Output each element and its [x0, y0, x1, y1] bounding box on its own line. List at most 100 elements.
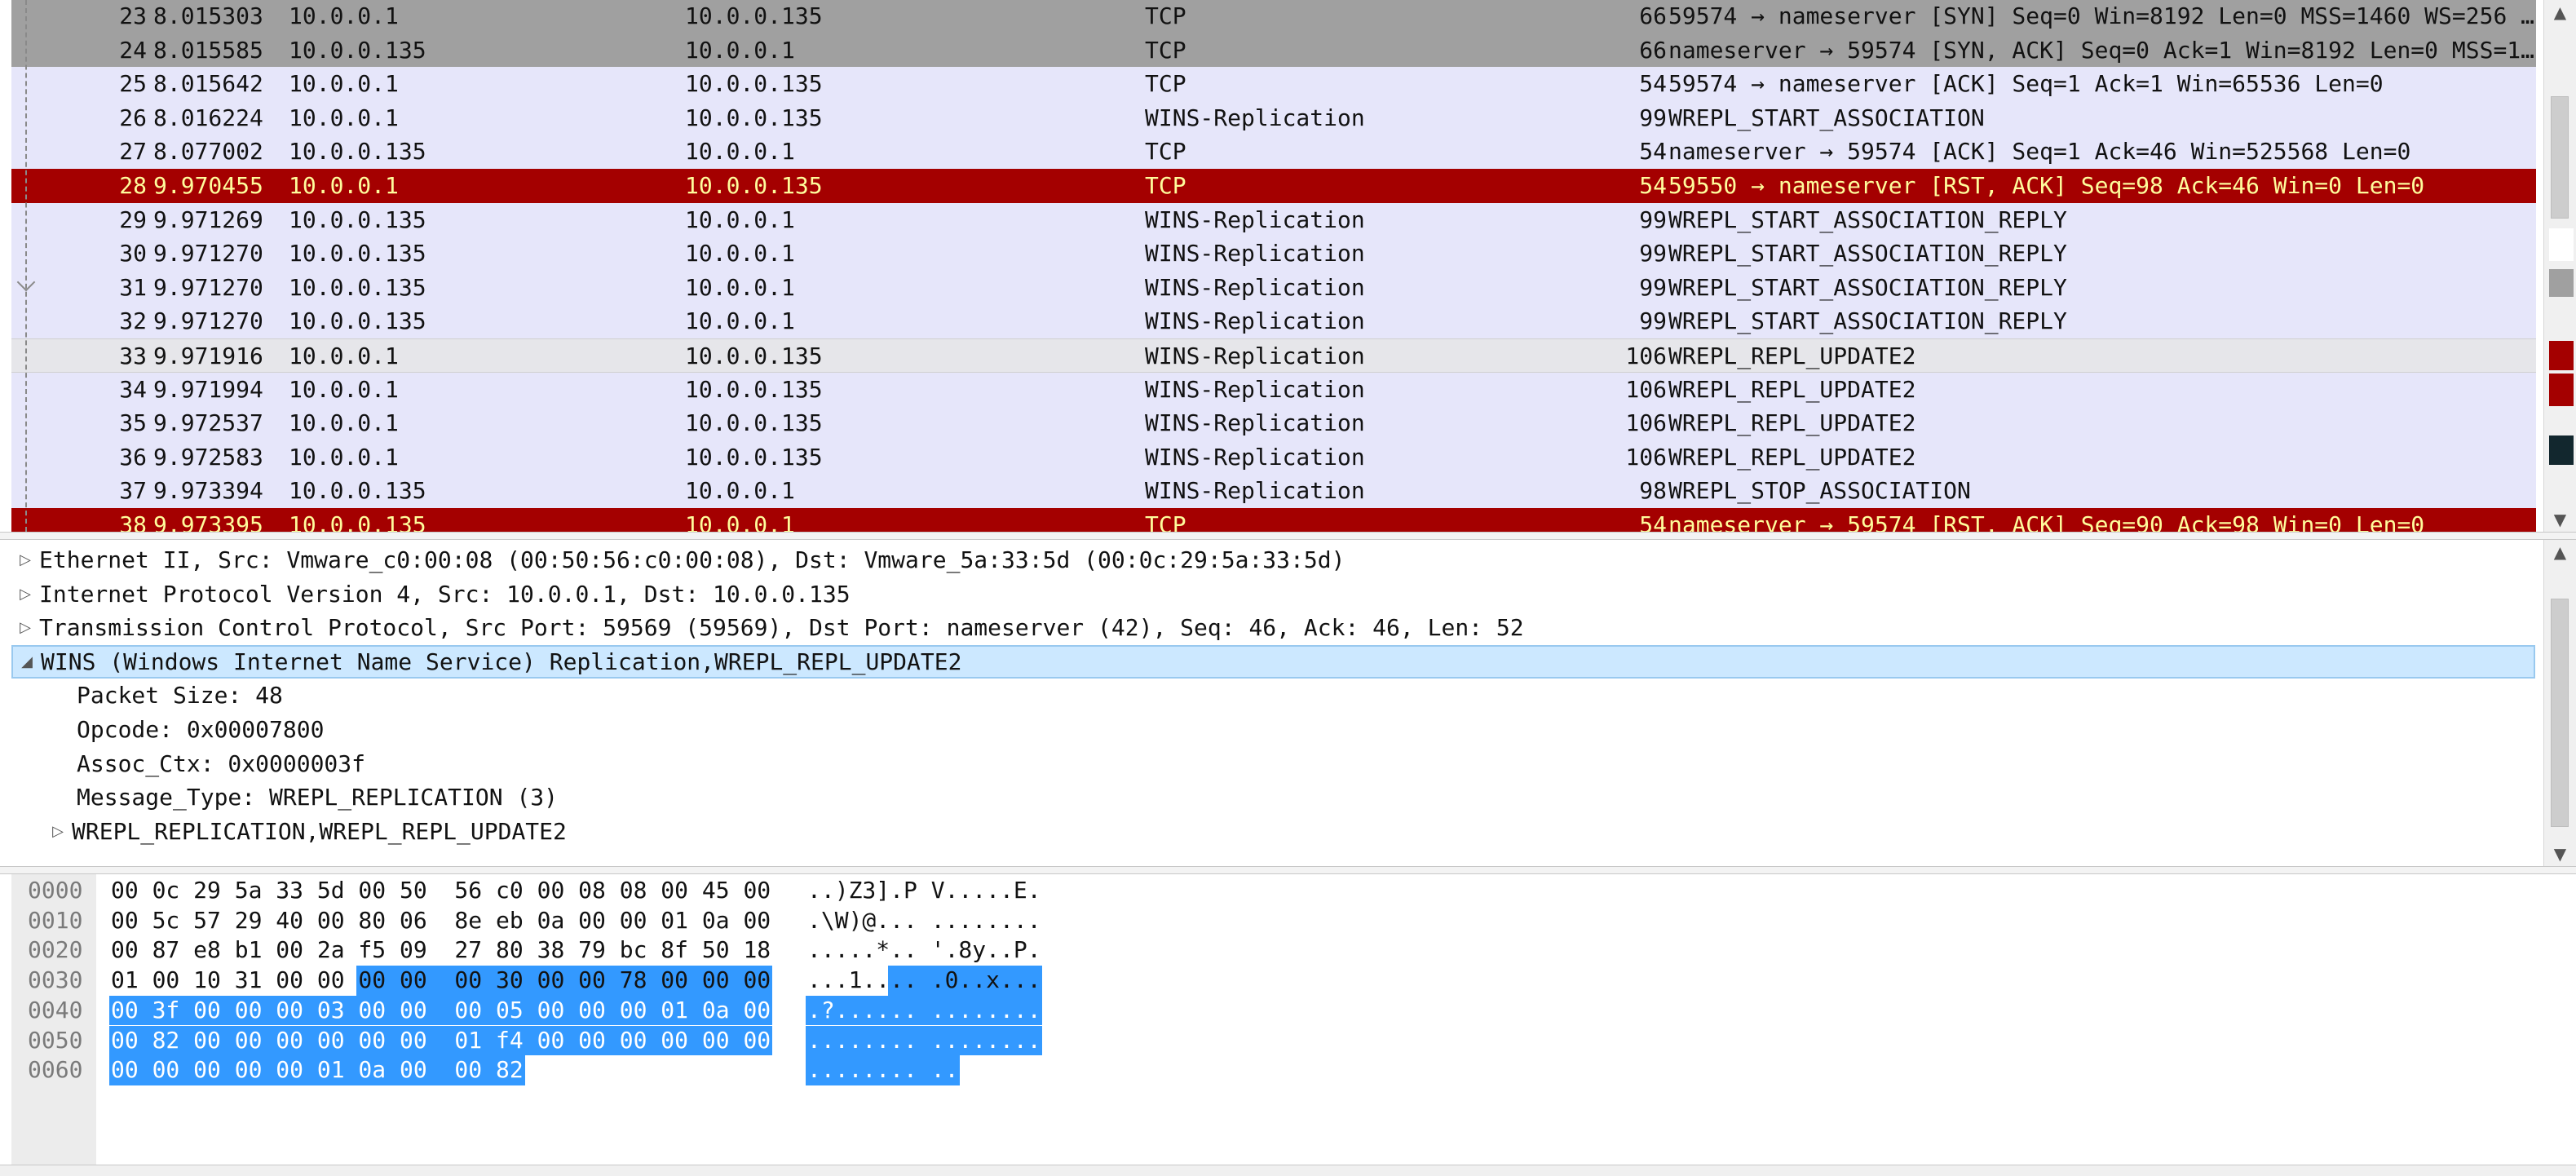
- detail-tree-item[interactable]: ▷ Internet Protocol Version 4, Src: 10.0.…: [11, 577, 851, 612]
- hex-bytes[interactable]: 01 00 10 31 00 00 00 00 00 30 00 00 78 0…: [111, 966, 771, 996]
- packet-destination: 10.0.0.135: [685, 343, 823, 369]
- packet-time: 9.972537: [153, 409, 263, 437]
- packet-list-rows: 23 8.015303 10.0.0.1 10.0.0.135 TCP 66 59574 →…: [11, 0, 2536, 532]
- byte-offset: 0060: [28, 1056, 83, 1084]
- detail-tree-label: Assoc_Ctx: 0x0000003f: [77, 749, 366, 777]
- packet-row[interactable]: 23 8.015303 10.0.0.1 10.0.0.135 TCP 66 59574 →…: [11, 0, 2536, 33]
- scroll-up-arrow-icon[interactable]: ▲: [2544, 540, 2576, 564]
- detail-tree-item[interactable]: ▷ Ethernet II, Src: Vmware_c0:00:08 (00:5…: [11, 543, 1345, 577]
- packet-row[interactable]: 34 9.971994 10.0.0.1 10.0.0.135 WINS-Replica…: [11, 372, 2536, 407]
- packet-destination: 10.0.0.135: [685, 172, 823, 199]
- expand-arrow-icon[interactable]: ▷: [11, 577, 39, 612]
- packet-row[interactable]: 26 8.016224 10.0.0.1 10.0.0.135 WINS-Replica…: [11, 100, 2536, 135]
- detail-tree-item[interactable]: ▷ WREPL_REPLICATION,WREPL_REPL_UPDATE2: [11, 815, 567, 849]
- detail-tree-label: WREPL_REPLICATION,WREPL_REPL_UPDATE2: [72, 817, 567, 845]
- detail-tree-item[interactable]: Packet Size: 48: [11, 679, 283, 713]
- ascii-bytes[interactable]: ........ ..: [807, 1055, 958, 1085]
- detail-tree-item[interactable]: Message_Type: WREPL_REPLICATION (3): [11, 780, 558, 815]
- packet-destination: 10.0.0.1: [685, 477, 795, 505]
- packet-length: 99: [1639, 307, 1667, 335]
- detail-tree-item[interactable]: Assoc_Ctx: 0x0000003f: [11, 747, 365, 781]
- detail-tree-item[interactable]: Opcode: 0x00007800: [11, 713, 324, 747]
- byte-offset: 0020: [28, 936, 83, 964]
- expand-arrow-icon[interactable]: ▷: [44, 815, 72, 849]
- packet-number: 27: [119, 138, 147, 166]
- packet-source: 10.0.0.135: [289, 36, 426, 64]
- packet-protocol: WINS-Replication: [1145, 477, 1365, 505]
- packet-protocol: TCP: [1145, 172, 1186, 199]
- packet-length: 54: [1639, 138, 1667, 166]
- packet-details-scroll-thumb[interactable]: [2551, 599, 2569, 827]
- packet-source: 10.0.0.1: [289, 343, 399, 369]
- packet-row[interactable]: 30 9.971270 10.0.0.135 10.0.0.1 WINS-Replica…: [11, 237, 2536, 271]
- packet-protocol: WINS-Replication: [1145, 240, 1365, 267]
- packet-row[interactable]: 37 9.973394 10.0.0.135 10.0.0.1 WINS-Replica…: [11, 474, 2536, 508]
- packet-list-scroll-thumb[interactable]: [2551, 96, 2569, 219]
- packet-info: WREPL_START_ASSOCIATION_REPLY: [1668, 307, 2067, 335]
- packet-source: 10.0.0.1: [289, 375, 399, 403]
- packet-time: 9.971270: [153, 273, 263, 301]
- packet-protocol: TCP: [1145, 36, 1186, 64]
- hex-bytes[interactable]: 00 87 e8 b1 00 2a f5 09 27 80 38 79 bc 8…: [111, 935, 771, 966]
- packet-bytes-pane[interactable]: 0000 00 0c 29 5a 33 5d 00 50 56 c0 00 08 …: [0, 874, 2576, 1165]
- packet-length: 99: [1639, 206, 1667, 233]
- packet-number: 23: [119, 2, 147, 29]
- ascii-bytes[interactable]: ...1.... .0..x...: [807, 966, 1041, 996]
- expand-arrow-icon[interactable]: ▷: [11, 611, 39, 645]
- scroll-down-arrow-icon[interactable]: ▼: [2544, 842, 2576, 866]
- status-bar: [0, 1165, 2576, 1176]
- detail-tree-label: Internet Protocol Version 4, Src: 10.0.0…: [39, 580, 851, 608]
- packet-destination: 10.0.0.1: [685, 206, 795, 233]
- minimap-mark: [2549, 374, 2574, 406]
- packet-row[interactable]: 28 9.970455 10.0.0.1 10.0.0.135 TCP 54 59550 →…: [11, 169, 2536, 203]
- packet-details-scrollbar[interactable]: ▲ ▼: [2543, 540, 2576, 866]
- ascii-bytes[interactable]: .....*.. '.8y..P.: [807, 935, 1041, 966]
- packet-row[interactable]: 33 9.971916 10.0.0.1 10.0.0.135 WINS-Replica…: [11, 338, 2536, 373]
- packet-row[interactable]: 36 9.972583 10.0.0.1 10.0.0.135 WINS-Replica…: [11, 440, 2536, 475]
- packet-info: 59574 → nameserver [SYN] Seq=0 Win=8192 …: [1668, 2, 2535, 29]
- packet-source: 10.0.0.1: [289, 70, 399, 98]
- packet-source: 10.0.0.135: [289, 273, 426, 301]
- ascii-bytes[interactable]: .\W)@... ........: [807, 906, 1041, 936]
- hex-bytes[interactable]: 00 82 00 00 00 00 00 00 01 f4 00 00 00 0…: [111, 1026, 771, 1056]
- hex-bytes[interactable]: 00 0c 29 5a 33 5d 00 50 56 c0 00 08 08 0…: [111, 876, 771, 906]
- packet-row[interactable]: 27 8.077002 10.0.0.135 10.0.0.1 TCP 54 nameser…: [11, 135, 2536, 169]
- hex-bytes[interactable]: 00 5c 57 29 40 00 80 06 8e eb 0a 00 00 0…: [111, 906, 771, 936]
- hex-bytes[interactable]: 00 00 00 00 00 01 0a 00 00 82: [111, 1055, 524, 1085]
- packet-protocol: TCP: [1145, 70, 1186, 98]
- packet-protocol: TCP: [1145, 511, 1186, 532]
- packet-length: 99: [1639, 273, 1667, 301]
- packet-info: WREPL_START_ASSOCIATION: [1668, 104, 1985, 131]
- packet-row[interactable]: 31 9.971270 10.0.0.135 10.0.0.1 WINS-Replica…: [11, 270, 2536, 305]
- minimap-mark: [2549, 341, 2574, 370]
- detail-tree-label: Transmission Control Protocol, Src Port:…: [39, 614, 1524, 642]
- ascii-bytes[interactable]: ..)Z3].P V.....E.: [807, 876, 1041, 906]
- packet-row[interactable]: 35 9.972537 10.0.0.1 10.0.0.135 WINS-Replica…: [11, 406, 2536, 440]
- packet-source: 10.0.0.135: [289, 477, 426, 505]
- scroll-down-arrow-icon[interactable]: ▼: [2544, 507, 2576, 532]
- detail-tree-item[interactable]: ▷ Transmission Control Protocol, Src Port…: [11, 611, 1524, 645]
- packet-row[interactable]: 29 9.971269 10.0.0.135 10.0.0.1 WINS-Replica…: [11, 202, 2536, 237]
- packet-row[interactable]: 25 8.015642 10.0.0.1 10.0.0.135 TCP 54 59574 →…: [11, 67, 2536, 101]
- packet-row[interactable]: 24 8.015585 10.0.0.135 10.0.0.1 TCP 66 nameser…: [11, 33, 2536, 68]
- packet-row[interactable]: 38 9.973395 10.0.0.135 10.0.0.1 TCP 54 nameser…: [11, 508, 2536, 532]
- packet-list-pane[interactable]: 23 8.015303 10.0.0.1 10.0.0.135 TCP 66 59574 →…: [0, 0, 2576, 532]
- pane-splitter-bottom[interactable]: [0, 866, 2576, 874]
- packet-details-pane[interactable]: ▷ Ethernet II, Src: Vmware_c0:00:08 (00:5…: [0, 540, 2576, 866]
- detail-tree-label: Packet Size: 48: [77, 682, 283, 710]
- packet-info: 59574 → nameserver [ACK] Seq=1 Ack=1 Win…: [1668, 70, 2384, 98]
- packet-protocol: WINS-Replication: [1145, 343, 1365, 369]
- expand-arrow-icon[interactable]: ▷: [11, 543, 39, 577]
- pane-splitter-top[interactable]: [0, 532, 2576, 540]
- packet-row[interactable]: 32 9.971270 10.0.0.135 10.0.0.1 WINS-Replica…: [11, 304, 2536, 338]
- scroll-up-arrow-icon[interactable]: ▲: [2544, 0, 2576, 24]
- packet-protocol: WINS-Replication: [1145, 409, 1365, 437]
- ascii-bytes[interactable]: .?...... ........: [807, 996, 1041, 1026]
- hex-bytes[interactable]: 00 3f 00 00 00 03 00 00 00 05 00 00 00 0…: [111, 996, 771, 1026]
- packet-destination: 10.0.0.135: [685, 2, 823, 29]
- ascii-bytes[interactable]: ........ ........: [807, 1026, 1041, 1056]
- collapse-arrow-icon[interactable]: ◢: [13, 647, 41, 677]
- packet-length: 54: [1639, 70, 1667, 98]
- detail-tree-item[interactable]: ◢ WINS (Windows Internet Name Service) Re…: [11, 644, 2535, 679]
- packet-list-scrollbar[interactable]: ▲ ▼: [2543, 0, 2576, 532]
